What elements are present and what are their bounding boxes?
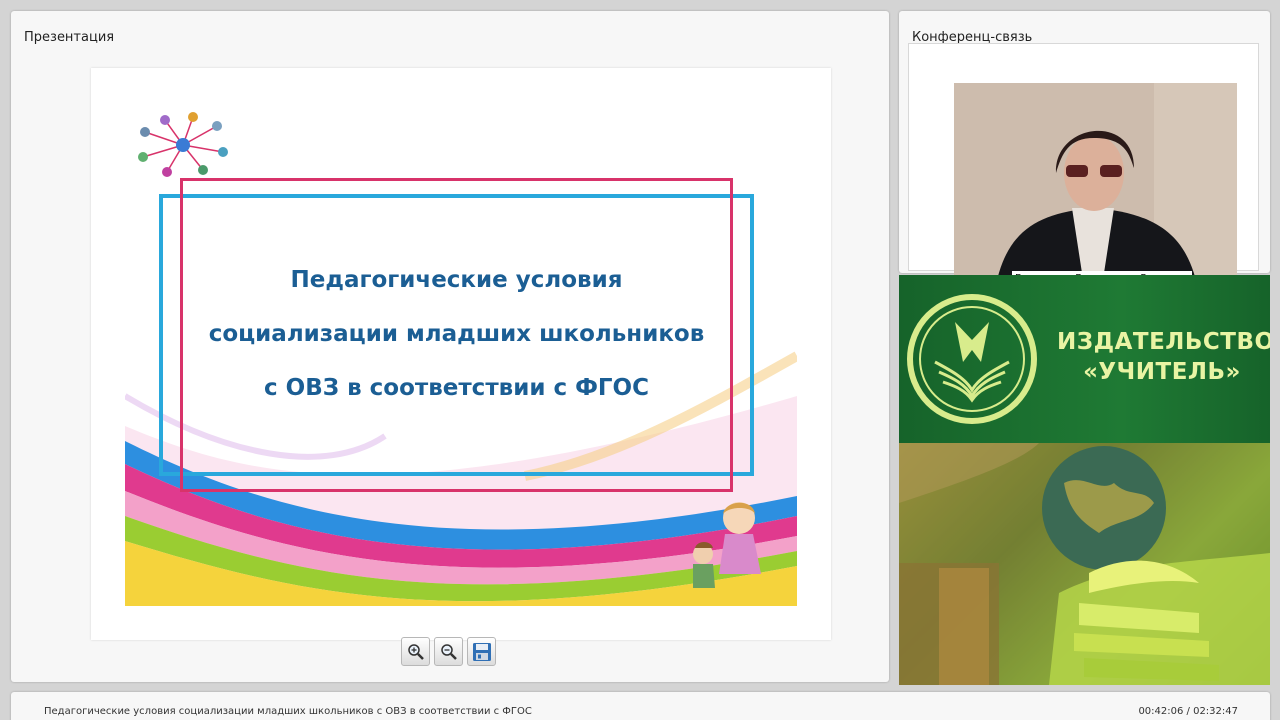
webcam-participant-image bbox=[954, 83, 1237, 295]
slide-title: Педагогические условия социализации млад… bbox=[159, 253, 754, 415]
slide-toolbar bbox=[401, 637, 496, 666]
slide-title-line-2: социализации младших школьников bbox=[208, 321, 705, 347]
webcam-video[interactable]: Валентина Васильевна Русанова bbox=[954, 83, 1237, 295]
presentation-panel: Презентация Педагогические условия социа… bbox=[11, 11, 889, 682]
presentation-panel-title: Презентация bbox=[24, 30, 115, 45]
zoom-out-icon bbox=[440, 643, 457, 660]
webcam-container: Валентина Васильевна Русанова bbox=[908, 43, 1259, 295]
playback-time: 00:42:06 / 02:32:47 bbox=[1138, 706, 1238, 717]
bottom-status-bar: Педагогические условия социализации млад… bbox=[11, 692, 1270, 720]
children-illustration bbox=[693, 502, 761, 588]
slide-title-line-1: Педагогические условия bbox=[290, 267, 623, 293]
network-people-icon bbox=[138, 112, 228, 177]
publisher-banner-header: ИЗДАТЕЛЬСТВО «УЧИТЕЛЬ» bbox=[899, 275, 1270, 443]
floppy-disk-icon bbox=[472, 642, 491, 661]
publisher-banner-image bbox=[899, 443, 1270, 685]
zoom-in-button[interactable] bbox=[401, 637, 430, 666]
publisher-logo-icon bbox=[907, 294, 1037, 424]
publisher-banner: ИЗДАТЕЛЬСТВО «УЧИТЕЛЬ» bbox=[899, 275, 1270, 685]
publisher-name: ИЗДАТЕЛЬСТВО «УЧИТЕЛЬ» bbox=[1057, 327, 1270, 387]
save-button[interactable] bbox=[467, 637, 496, 666]
presentation-title-text: Педагогические условия социализации млад… bbox=[44, 706, 532, 717]
slide-title-line-3: с ОВЗ в соответствии с ФГОС bbox=[264, 375, 649, 401]
presentation-slide: Педагогические условия социализации млад… bbox=[91, 68, 831, 640]
zoom-in-icon bbox=[407, 643, 424, 660]
conference-panel: Конференц-связь Валентина Васильевна Рус… bbox=[899, 11, 1270, 295]
publisher-name-line-2: «УЧИТЕЛЬ» bbox=[1083, 359, 1241, 385]
books-globe-illustration bbox=[899, 443, 1270, 685]
publisher-name-line-1: ИЗДАТЕЛЬСТВО bbox=[1057, 329, 1270, 355]
zoom-out-button[interactable] bbox=[434, 637, 463, 666]
